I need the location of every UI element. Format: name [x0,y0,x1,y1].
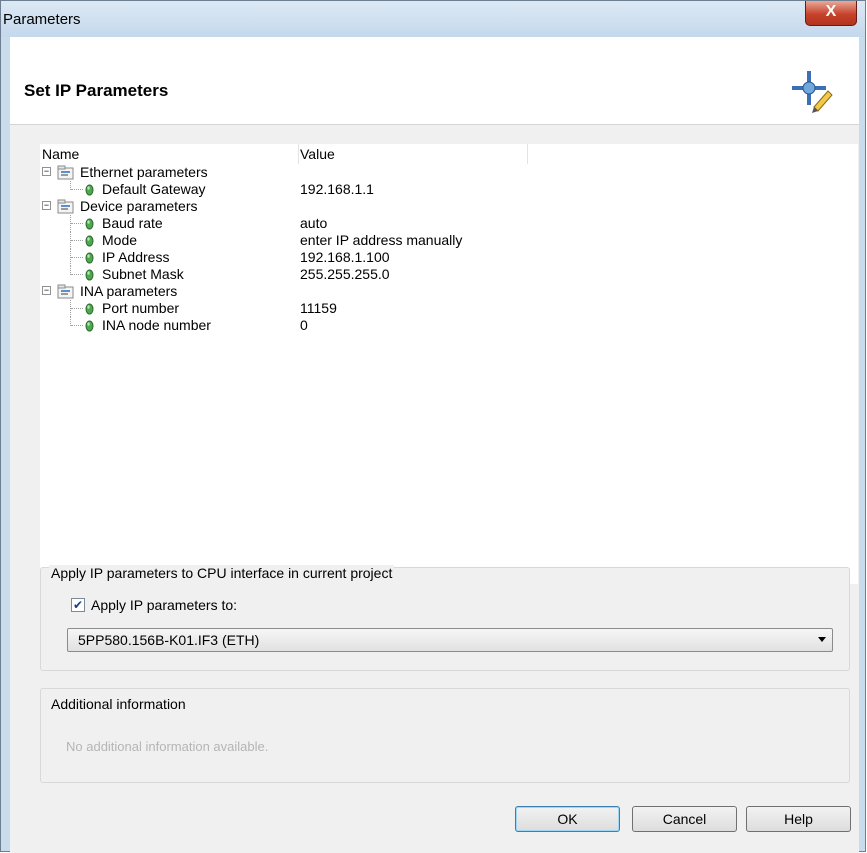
tree-row[interactable]: IP Address 192.168.1.100 [40,249,858,266]
parameter-leaf-icon [85,235,94,247]
parameter-tree[interactable]: Name Value − Ethernet parameters Default… [40,144,858,584]
wizard-wand-icon [792,71,833,113]
tree-line [71,223,83,224]
additional-info-text: No additional information available. [66,739,269,754]
parameter-value: auto [300,215,328,231]
tree-row[interactable]: Subnet Mask 255.255.255.0 [40,266,858,283]
parameter-name: Default Gateway [102,181,206,197]
interface-select-value: 5PP580.156B-K01.IF3 (ETH) [78,632,260,648]
parameter-value: 192.168.1.1 [300,181,374,197]
parameters-dialog: Parameters X Set IP Parameters Name Valu… [0,0,866,853]
parameter-name: Port number [102,300,180,316]
tree-line [71,257,83,258]
tree-row[interactable]: Baud rate auto [40,215,858,232]
parameter-name: IP Address [102,249,170,265]
additional-info-group: Additional information No additional inf… [40,688,850,783]
close-button[interactable]: X [805,1,857,26]
parameter-name: Baud rate [102,215,163,231]
dialog-client: Set IP Parameters Name Value − Ethernet … [10,37,859,853]
collapse-icon[interactable]: − [42,167,51,176]
header-panel: Set IP Parameters [10,37,859,125]
parameter-folder-icon [57,165,74,180]
tree-line [71,240,83,241]
parameter-leaf-icon [85,252,94,264]
tree-column-headers: Name Value [40,144,858,164]
parameter-folder-icon [57,284,74,299]
tree-rows: − Ethernet parameters Default Gateway 19… [40,164,858,334]
tree-group-device[interactable]: − Device parameters [40,198,858,215]
tree-line [71,189,83,190]
tree-line [71,325,83,326]
parameter-value: enter IP address manually [300,232,463,248]
parameter-name: INA node number [102,317,211,333]
apply-ip-group-title: Apply IP parameters to CPU interface in … [49,565,395,581]
parameter-value: 255.255.255.0 [300,266,390,282]
title-bar[interactable]: Parameters X [1,1,865,37]
parameter-leaf-icon [85,320,94,332]
collapse-icon[interactable]: − [42,286,51,295]
tree-group-ethernet[interactable]: − Ethernet parameters [40,164,858,181]
column-header-value[interactable]: Value [300,146,335,163]
cancel-button[interactable]: Cancel [632,806,737,832]
parameter-leaf-icon [85,269,94,281]
tree-group-label: Device parameters [80,198,198,214]
tree-group-label: INA parameters [80,283,178,299]
tree-line [71,308,83,309]
apply-ip-group: Apply IP parameters to CPU interface in … [40,565,850,671]
column-separator[interactable] [298,144,299,164]
parameter-leaf-icon [85,303,94,315]
apply-ip-checkbox-label[interactable]: Apply IP parameters to: [91,597,237,613]
chevron-down-icon[interactable] [818,637,826,642]
parameter-leaf-icon [85,184,94,196]
parameter-value: 11159 [300,300,337,316]
tree-line [71,274,83,275]
tree-group-ina[interactable]: − INA parameters [40,283,858,300]
tree-row[interactable]: Default Gateway 192.168.1.1 [40,181,858,198]
tree-row[interactable]: Port number 11159 [40,300,858,317]
tree-row[interactable]: Mode enter IP address manually [40,232,858,249]
apply-ip-checkbox[interactable]: ✔ [71,598,85,612]
window-title: Parameters [3,11,81,28]
interface-select[interactable]: 5PP580.156B-K01.IF3 (ETH) [67,628,833,652]
parameter-folder-icon [57,199,74,214]
page-title: Set IP Parameters [24,81,169,100]
ok-button[interactable]: OK [515,806,620,832]
parameter-value: 192.168.1.100 [300,249,390,265]
tree-row[interactable]: INA node number 0 [40,317,858,334]
collapse-icon[interactable]: − [42,201,51,210]
column-header-name[interactable]: Name [42,146,79,163]
tree-group-label: Ethernet parameters [80,164,208,180]
parameter-leaf-icon [85,218,94,230]
parameter-name: Subnet Mask [102,266,184,282]
help-button[interactable]: Help [746,806,851,832]
column-separator[interactable] [527,144,528,164]
additional-info-title: Additional information [49,696,188,712]
parameter-value: 0 [300,317,308,333]
parameter-name: Mode [102,232,138,248]
